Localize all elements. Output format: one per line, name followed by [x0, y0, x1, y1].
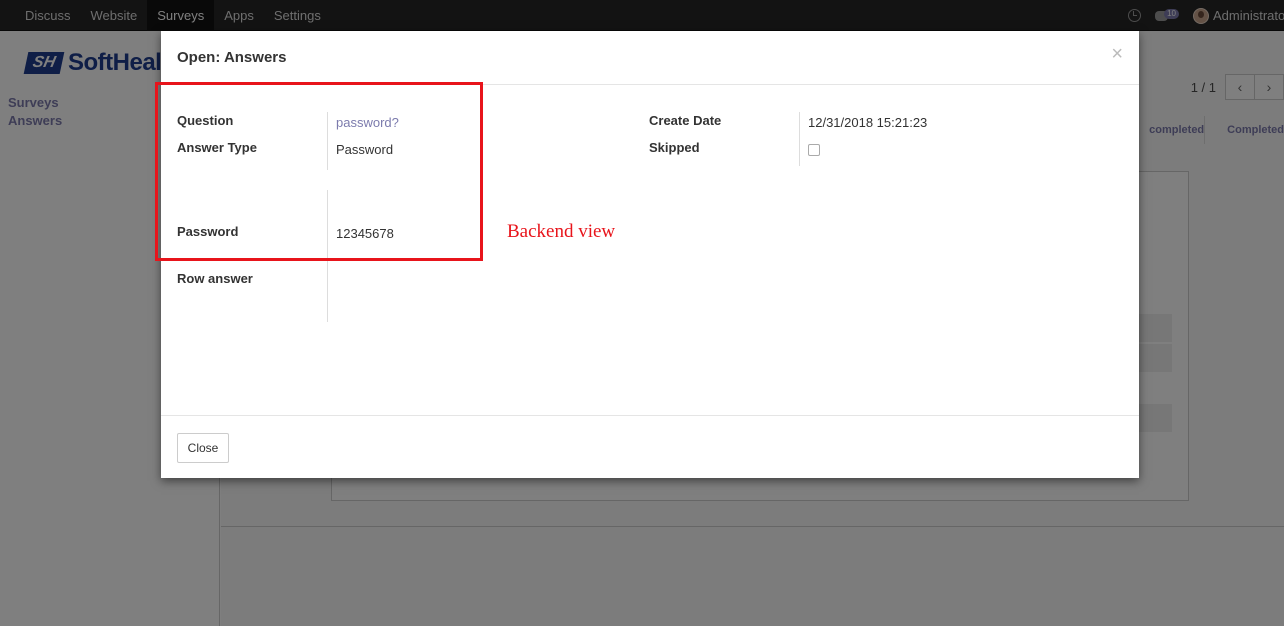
close-icon[interactable]: × [1111, 43, 1123, 65]
highlight-box [155, 82, 483, 261]
skipped-checkbox[interactable] [808, 144, 820, 156]
dialog-footer: Close [161, 415, 1139, 478]
close-button[interactable]: Close [177, 433, 229, 463]
skipped-label: Skipped [649, 140, 700, 155]
row-answer-label: Row answer [177, 271, 253, 286]
dialog-header: Open: Answers × [161, 31, 1139, 85]
annotation-label: Backend view [507, 221, 616, 242]
create-date-label: Create Date [649, 113, 722, 128]
create-date-value: 12/31/2018 15:21:23 [808, 115, 928, 130]
divider [799, 112, 800, 166]
dialog-title: Open: Answers [177, 49, 287, 66]
